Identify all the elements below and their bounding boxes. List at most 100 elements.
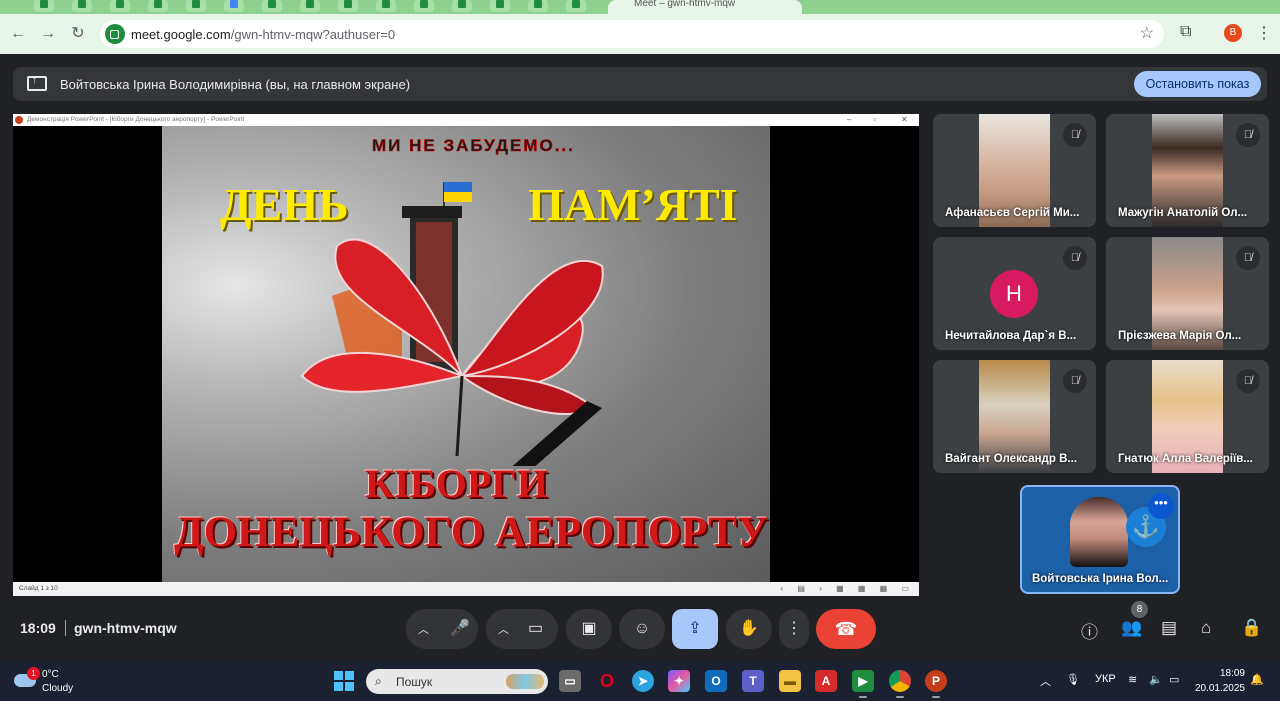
url-host: meet.google.com — [131, 27, 231, 42]
slideshow-controls[interactable]: ‹ ▤ › ▦ ▦ ▦ ▭ — [781, 582, 915, 596]
profile-avatar[interactable]: B — [1224, 24, 1242, 42]
participant-tile[interactable]: 🎙̸ Мажугін Анатолій Ол... — [1106, 114, 1269, 227]
windows-start-icon[interactable] — [334, 671, 354, 691]
file-explorer-icon[interactable]: ▬ — [779, 670, 801, 692]
chevron-up-icon[interactable]: ︿ — [498, 624, 509, 636]
participant-tile[interactable]: 🎙̸ Вайгант Олександр В... — [933, 360, 1096, 473]
sheets-icon — [572, 0, 580, 8]
acrobat-icon[interactable]: A — [815, 670, 837, 692]
bookmark-star-icon[interactable]: ☆ — [1140, 23, 1154, 43]
forward-arrow-icon[interactable]: → — [37, 23, 59, 45]
browser-tab[interactable] — [528, 0, 548, 12]
participant-tile[interactable]: 🎙̸ Афанасьєв Сергій Ми... — [933, 114, 1096, 227]
browser-tab[interactable] — [452, 0, 472, 12]
sheets-icon — [192, 0, 200, 8]
back-arrow-icon[interactable]: ← — [7, 23, 29, 45]
browser-tab[interactable] — [490, 0, 510, 12]
browser-tab[interactable] — [566, 0, 586, 12]
extensions-icon[interactable]: ⧉ — [1180, 23, 1191, 41]
captions-button[interactable]: ▣ — [566, 609, 612, 649]
reactions-button[interactable]: ☺ — [619, 609, 665, 649]
raise-hand-button[interactable]: ✋ — [726, 609, 772, 649]
sheets-icon — [40, 0, 48, 8]
divider — [65, 620, 66, 636]
wifi-icon[interactable]: ≋ — [1128, 673, 1137, 686]
more-options-icon[interactable]: ••• — [1148, 493, 1174, 519]
participant-tile[interactable]: 🎙̸ Прієзжева Марія Ол... — [1106, 237, 1269, 350]
participant-name: Мажугін Анатолій Ол... — [1118, 207, 1248, 219]
meet-site-icon — [105, 24, 125, 44]
emoji-icon: ☺ — [633, 620, 651, 637]
close-icon[interactable]: ✕ — [901, 114, 908, 126]
shared-screen: Демонстрація PowerPoint - [Кіборги Донец… — [13, 114, 919, 596]
present-button[interactable]: ⇪ — [672, 609, 718, 649]
self-view-tile[interactable]: ⚓ ••• Войтовська Ірина Вол... — [1020, 485, 1180, 594]
camera-button[interactable]: ︿ ▭ — [486, 609, 558, 649]
more-options-button[interactable]: ⋮ — [779, 609, 809, 649]
browser-tab[interactable] — [262, 0, 282, 12]
address-bar[interactable]: meet.google.com/gwn-htmv-mqw?authuser=0 … — [100, 20, 1164, 48]
task-view-icon[interactable]: ▭ — [559, 670, 581, 692]
browser-tab[interactable] — [186, 0, 206, 12]
sheets-icon — [344, 0, 352, 8]
sheets-icon — [496, 0, 504, 8]
browser-tab[interactable] — [110, 0, 130, 12]
participant-tile[interactable]: 🎙̸ Гнатюк Алла Валеріїв... — [1106, 360, 1269, 473]
browser-tab[interactable] — [376, 0, 396, 12]
weather-temperature: 0°C — [42, 669, 59, 680]
teams-icon[interactable]: T — [742, 670, 764, 692]
participant-name: Вайгант Олександр В... — [945, 453, 1077, 465]
hang-up-icon: ☎ — [834, 619, 858, 639]
active-browser-tab[interactable]: Meet – gwn-htmv-mqw — [608, 0, 802, 14]
document-viewer-icon[interactable]: ▶ — [852, 670, 874, 698]
mic-off-icon: 🎙̸ — [1236, 123, 1260, 147]
camera-icon: ▭ — [528, 620, 544, 637]
people-icon[interactable]: 👥 — [1121, 618, 1142, 638]
restore-icon[interactable]: ▫ — [873, 114, 876, 126]
menu-kebab-icon[interactable]: ⋮ — [1256, 23, 1272, 43]
activities-icon[interactable]: ⌂ — [1201, 618, 1211, 638]
browser-tab[interactable] — [34, 0, 54, 12]
outlook-icon[interactable]: O — [705, 670, 727, 692]
powerpoint-icon[interactable]: P — [925, 670, 947, 698]
mic-button[interactable]: ︿ 🎤 — [406, 609, 478, 649]
minimize-icon[interactable]: – — [847, 114, 851, 126]
participant-tile[interactable]: Н 🎙̸ Нечитайлова Дар`я В... — [933, 237, 1096, 350]
participant-name: Нечитайлова Дар`я В... — [945, 330, 1077, 342]
slide-title-cyborgs: КІБОРГИ — [365, 461, 548, 506]
reload-icon[interactable]: ↻ — [67, 23, 89, 45]
slide-title-airport: ДОНЕЦЬКОГО АЕРОПОРТУ — [174, 509, 769, 556]
meeting-code: gwn-htmv-mqw — [74, 620, 177, 636]
tray-overflow-chevron-icon[interactable]: ︿ — [1040, 673, 1051, 689]
taskbar-search[interactable]: ⌕ Пошук — [366, 669, 548, 694]
more-vert-icon: ⋮ — [786, 620, 802, 637]
chat-icon[interactable]: ▤ — [1161, 618, 1177, 638]
keyboard-language[interactable]: УКР — [1095, 673, 1116, 685]
tray-microphone-icon[interactable]: 🎙 — [1066, 673, 1080, 686]
telegram-icon[interactable]: ➤ — [632, 670, 654, 692]
search-icon: ⌕ — [375, 674, 382, 688]
browser-tab[interactable] — [148, 0, 168, 12]
meeting-info-icon[interactable]: ⓘ — [1081, 618, 1098, 643]
leave-call-button[interactable]: ☎ — [816, 609, 876, 649]
taskbar-clock[interactable]: 18:09 — [1197, 668, 1245, 679]
browser-tab[interactable] — [224, 0, 244, 12]
stop-presenting-button[interactable]: Остановить показ — [1134, 71, 1261, 97]
notification-bell-icon[interactable]: 🔔 — [1250, 673, 1264, 686]
browser-tab[interactable] — [300, 0, 320, 12]
chevron-up-icon[interactable]: ︿ — [418, 624, 429, 636]
battery-icon[interactable]: ▭ — [1169, 673, 1179, 686]
browser-tab[interactable] — [72, 0, 92, 12]
chrome-icon[interactable] — [889, 670, 911, 698]
browser-tab[interactable] — [414, 0, 434, 12]
powerpoint-statusbar: Слайд 1 з 10 ‹ ▤ › ▦ ▦ ▦ ▭ — [13, 582, 919, 596]
opera-icon[interactable]: O — [596, 670, 618, 692]
host-controls-icon[interactable]: 🔒 — [1241, 618, 1262, 638]
browser-tab[interactable] — [338, 0, 358, 12]
volume-icon[interactable]: 🔈 — [1149, 673, 1163, 686]
microphone-icon: 🎤 — [450, 620, 470, 637]
copilot-icon[interactable]: ✦ — [668, 670, 690, 692]
windows-taskbar: 1 0°C Cloudy ⌕ Пошук ▭ O ➤ ✦ O T ▬ A ▶ P… — [0, 661, 1280, 701]
mic-off-icon: 🎙̸ — [1236, 369, 1260, 393]
taskbar-date[interactable]: 20.01.2025 — [1190, 683, 1245, 694]
